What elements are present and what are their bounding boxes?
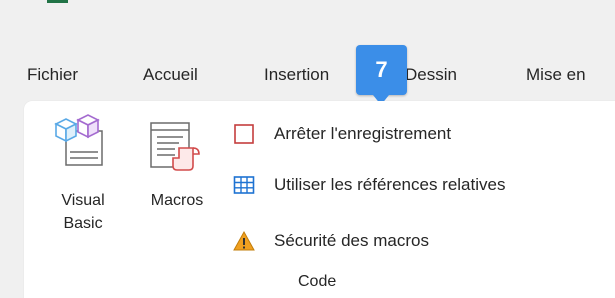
- macros-label: Macros: [150, 192, 204, 209]
- tab-mise-en-page[interactable]: Mise en: [526, 65, 586, 85]
- tab-insertion[interactable]: Insertion: [264, 65, 329, 85]
- title-bar: [0, 0, 615, 52]
- visual-basic-label-line1: Visual: [61, 192, 105, 209]
- stop-recording-button[interactable]: Arrêter l'enregistrement: [231, 119, 601, 149]
- macros-icon: [149, 114, 207, 181]
- macro-security-label: Sécurité des macros: [274, 231, 429, 250]
- table-grid-icon: [233, 174, 255, 196]
- keytip-badge: 7: [356, 45, 407, 105]
- tab-dessin[interactable]: Dessin: [405, 65, 457, 85]
- relative-references-label: Utiliser les références relatives: [274, 175, 506, 194]
- visual-basic-button[interactable]: Visual Basic: [48, 112, 118, 260]
- macro-security-button[interactable]: Sécurité des macros: [231, 226, 601, 256]
- app-accent-bar: [47, 0, 68, 3]
- stop-recording-label: Arrêter l'enregistrement: [274, 124, 452, 143]
- relative-references-button[interactable]: Utiliser les références relatives: [231, 170, 601, 200]
- stop-square-icon: [233, 123, 255, 145]
- code-group-label: Code: [298, 273, 337, 290]
- ribbon-tab-bar: Fichier Accueil Insertion Dessin Mise en: [0, 52, 615, 97]
- visual-basic-icon: [52, 114, 114, 181]
- macros-button[interactable]: Macros: [132, 112, 222, 260]
- tab-accueil[interactable]: Accueil: [143, 65, 198, 85]
- warning-icon: [233, 230, 255, 252]
- visual-basic-label-line2: Basic: [63, 215, 103, 232]
- tab-fichier[interactable]: Fichier: [27, 65, 78, 85]
